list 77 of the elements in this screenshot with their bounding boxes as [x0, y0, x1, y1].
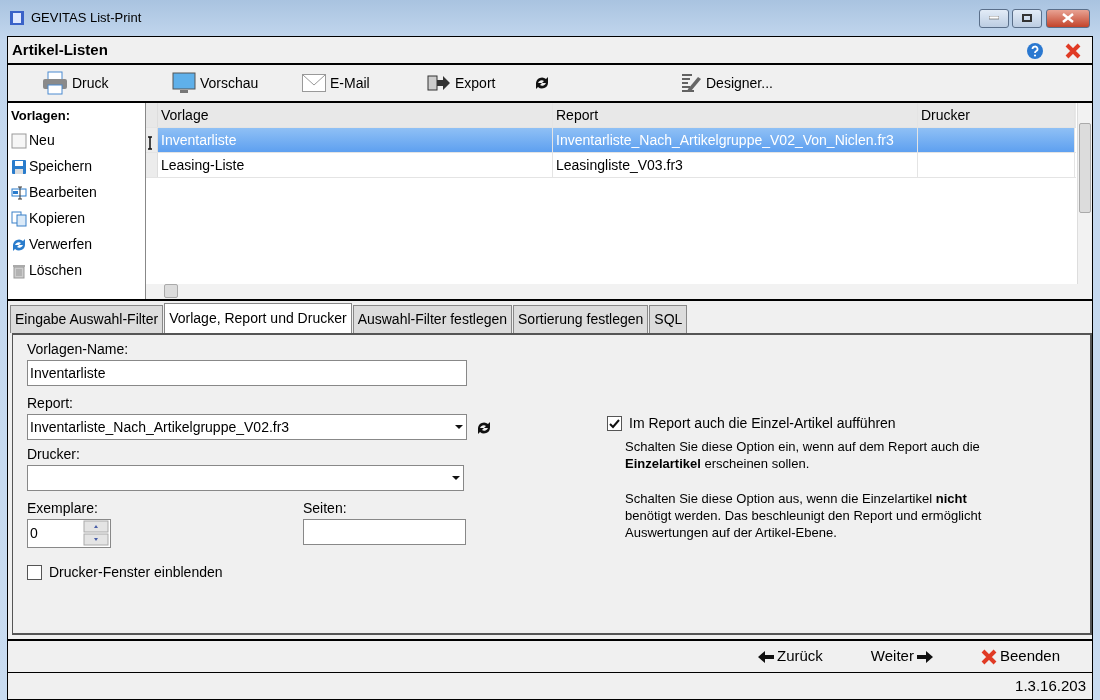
monitor-icon [172, 71, 196, 95]
spinner-arrows-icon [83, 520, 109, 546]
footer-button[interactable]: Zurück [754, 643, 827, 670]
help-text: Schalten Sie diese Option ein, wenn auf dem Report auch die Einzelartikel erscheinen sollen. [625, 437, 981, 472]
blank-page-icon [11, 132, 27, 149]
row-header[interactable] [146, 128, 158, 152]
checkbox[interactable] [27, 564, 42, 580]
help-text: Schalten Sie diese Option aus, wenn die Einzelartikel nicht benötigt werden. Das beschleunigt den Report und ermöglicht Auswertungen auf der Artikel-Ebene. [625, 489, 983, 541]
toolbar-button[interactable]: Vorschau [168, 69, 298, 97]
restore-icon [1022, 14, 1032, 22]
toolbar-button[interactable]: Druck [38, 69, 153, 97]
toolbar-button[interactable]: Designer... [676, 70, 836, 96]
export-icon [427, 74, 451, 92]
sidebar-item[interactable]: Neu [11, 127, 55, 154]
sidebar-item[interactable]: Kopieren [11, 205, 86, 232]
arrow-left-icon [758, 649, 774, 664]
sidebar-item[interactable]: Verwerfen [11, 231, 93, 258]
minimize-button[interactable] [978, 8, 1009, 28]
version-label: 1.3.16.203 [1015, 675, 1086, 696]
close-icon [1061, 13, 1074, 23]
minimize-icon [988, 16, 999, 20]
printer-dropdown[interactable] [27, 464, 464, 491]
check-icon [609, 418, 620, 429]
pages-field[interactable] [303, 518, 466, 545]
checkbox-label: Drucker-Fenster einblenden [49, 562, 223, 582]
text-cursor-icon [146, 136, 154, 151]
name-field[interactable]: Inventarliste [27, 360, 467, 386]
dropdown-caret-icon [454, 424, 464, 430]
field-label: Drucker: [27, 444, 81, 464]
report-dropdown[interactable]: Inventarliste_Nach_Artikelgruppe_V02.fr3 [27, 414, 467, 440]
tab[interactable]: Sortierung festlegen [513, 305, 649, 333]
help-icon [1026, 41, 1044, 60]
copy-icon [11, 210, 27, 227]
sidebar-heading: Vorlagen: [11, 107, 71, 125]
footer-button[interactable]: Weiter [866, 643, 937, 670]
close-button[interactable] [1045, 8, 1090, 28]
toolbar-button[interactable]: E-Mail [298, 70, 418, 96]
tab[interactable]: Auswahl-Filter festlegen [352, 305, 513, 333]
horizontal-scrollbar[interactable] [146, 284, 1092, 299]
close-icon [980, 648, 997, 665]
maximize-button[interactable] [1012, 8, 1042, 28]
footer-button[interactable]: Beenden [976, 643, 1064, 670]
scrollbar-thumb[interactable] [164, 284, 178, 298]
table-cell: Leasingliste_V03.fr3 [553, 153, 918, 177]
dropdown-caret-icon [451, 474, 461, 481]
toolbar-button[interactable]: Export [423, 70, 523, 96]
column-header[interactable]: Vorlage [158, 103, 553, 127]
tab[interactable]: SQL [649, 305, 688, 333]
table-row[interactable]: Leasing-Liste Leasingliste_V03.fr3 [146, 153, 1076, 178]
table-cell: Leasing-Liste [158, 153, 553, 177]
field-label: Report: [27, 394, 74, 413]
field-label: Exemplare: [27, 498, 99, 518]
tab[interactable]: Eingabe Auswahl-Filter [10, 305, 164, 333]
sidebar-item[interactable]: Speichern [11, 153, 93, 180]
envelope-icon [302, 74, 326, 92]
checkbox[interactable] [607, 416, 622, 431]
refresh-icon [11, 236, 27, 253]
scrollbar-thumb[interactable] [1079, 123, 1091, 213]
tab[interactable]: Vorlage, Report und Drucker [164, 303, 352, 333]
table-cell: Inventarliste [158, 128, 553, 152]
trash-icon [11, 262, 27, 279]
app-icon [9, 10, 25, 26]
printer-icon [42, 71, 68, 95]
vertical-scrollbar[interactable] [1077, 103, 1092, 284]
field-label: Seiten: [303, 498, 348, 518]
table-cell: Inventarliste_Nach_Artikelgruppe_V02_Von_Niclen.fr3 [553, 128, 918, 152]
arrow-right-icon [916, 649, 933, 664]
copies-spinner[interactable]: 0 [27, 518, 111, 548]
text-field-icon [11, 184, 27, 201]
pencil-document-icon [680, 72, 702, 94]
close-icon [1065, 42, 1081, 59]
page-title: Artikel-Listen [12, 39, 108, 60]
sidebar-item[interactable]: Löschen [11, 257, 82, 284]
field-label: Vorlagen-Name: [27, 340, 130, 359]
checkbox-label: Im Report auch die Einzel-Artikel aufführen [629, 414, 896, 433]
window-title: GEVITAS List-Print [31, 9, 142, 28]
sidebar-item[interactable]: Bearbeiten [11, 179, 97, 206]
